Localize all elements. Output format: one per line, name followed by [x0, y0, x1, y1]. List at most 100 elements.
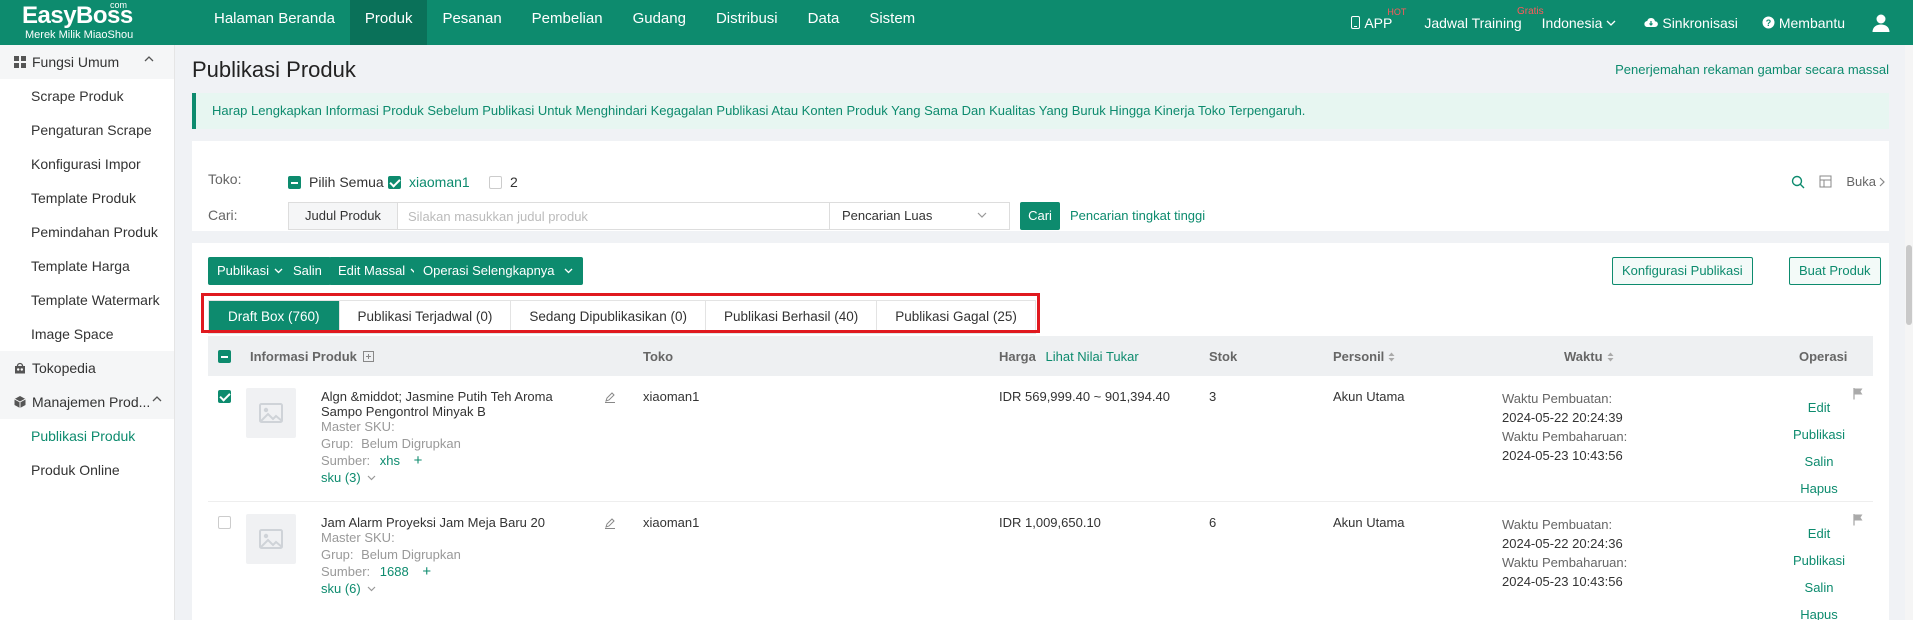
store-checkbox-xiaoman1[interactable]: xiaoman1	[388, 174, 470, 190]
header-operations: Operasi	[1799, 349, 1848, 364]
sidebar-item-price-template[interactable]: Template Harga	[0, 249, 174, 283]
add-source-icon[interactable]: +	[422, 563, 431, 580]
copy-link[interactable]: Salin	[1789, 574, 1849, 601]
select-all-checkbox[interactable]: Pilih Semua	[288, 174, 384, 190]
nav-orders[interactable]: Pesanan	[427, 0, 516, 45]
sidebar-item-import-config[interactable]: Konfigurasi Impor	[0, 147, 174, 181]
search-input[interactable]	[398, 202, 830, 230]
tab-publishing[interactable]: Sedang Dipublikasikan (0)	[511, 301, 706, 333]
tab-draft-box[interactable]: Draft Box (760)	[209, 301, 340, 333]
sku-count: sku (3)	[321, 470, 361, 485]
search-field-select[interactable]: Judul Produk	[288, 202, 398, 230]
edit-link[interactable]: Edit	[1789, 394, 1849, 421]
nav-warehouse[interactable]: Gudang	[618, 0, 701, 45]
sidebar-item-watermark-template[interactable]: Template Watermark	[0, 283, 174, 317]
copy-link[interactable]: Salin	[1789, 448, 1849, 475]
sidebar-group-common[interactable]: Fungsi Umum	[0, 45, 174, 79]
flag-icon[interactable]	[1853, 387, 1864, 400]
publish-dropdown-button[interactable]: Publikasi	[208, 257, 293, 285]
tab-scheduled[interactable]: Publikasi Terjadwal (0)	[340, 301, 512, 333]
edit-link[interactable]: Edit	[1789, 520, 1849, 547]
layout-icon[interactable]	[1819, 175, 1832, 188]
sidebar-group-product-management[interactable]: Manajemen Prod...	[0, 385, 174, 419]
header-time[interactable]: Waktu	[1564, 349, 1614, 364]
sidebar-item-product-transfer[interactable]: Pemindahan Produk	[0, 215, 174, 249]
nav-home[interactable]: Halaman Beranda	[199, 0, 350, 45]
training-link[interactable]: Jadwal Training Gratis	[1424, 6, 1543, 31]
product-thumbnail[interactable]	[246, 514, 296, 564]
bulk-image-translate-link[interactable]: Penerjemahan rekaman gambar secara massa…	[1615, 62, 1889, 77]
nav-purchases[interactable]: Pembelian	[517, 0, 618, 45]
source-link[interactable]: 1688	[380, 564, 409, 579]
product-thumbnail[interactable]	[246, 388, 296, 438]
nav-distribution[interactable]: Distribusi	[701, 0, 793, 45]
select-all-rows-checkbox[interactable]	[218, 350, 231, 363]
user-avatar-icon[interactable]	[1871, 13, 1891, 33]
more-operations-label: Operasi Selengkapnya	[423, 263, 555, 278]
search-button[interactable]: Cari	[1020, 202, 1060, 230]
chevron-down-icon	[274, 268, 283, 274]
publish-label: Publikasi	[217, 263, 270, 278]
sku-toggle[interactable]: sku (6)	[321, 581, 376, 597]
sort-icon	[1388, 352, 1395, 361]
advanced-search-link[interactable]: Pencarian tingkat tinggi	[1070, 202, 1205, 230]
product-list-panel: Publikasi Salin Edit Massal Operasi Sele…	[192, 243, 1889, 620]
publish-config-button[interactable]: Konfigurasi Publikasi	[1612, 257, 1753, 285]
store-checkbox-2[interactable]: 2	[489, 174, 518, 190]
product-group: Grup: Belum Digrupkan	[321, 436, 461, 452]
delete-link[interactable]: Hapus	[1789, 475, 1849, 502]
group-label: Grup:	[321, 436, 354, 451]
copy-button[interactable]: Salin	[284, 257, 331, 285]
search-scope-select[interactable]: Pencarian Luas	[830, 202, 1010, 230]
checkbox-unchecked	[489, 175, 502, 189]
edit-pencil-icon[interactable]	[604, 391, 616, 403]
sidebar-item-online-product[interactable]: Produk Online	[0, 453, 174, 487]
add-source-icon[interactable]: +	[414, 452, 423, 469]
flag-icon[interactable]	[1853, 513, 1864, 526]
more-operations-dropdown-button[interactable]: Operasi Selengkapnya	[414, 257, 583, 285]
language-select[interactable]: Indonesia	[1542, 15, 1617, 31]
expand-toggle[interactable]: Buka	[1846, 174, 1885, 189]
chevron-down-icon	[1606, 20, 1616, 26]
sidebar-item-product-template[interactable]: Template Produk	[0, 181, 174, 215]
search-icon[interactable]	[1791, 175, 1805, 189]
header-person[interactable]: Personil	[1333, 349, 1395, 364]
tab-failed[interactable]: Publikasi Gagal (25)	[877, 301, 1035, 333]
page-scrollbar[interactable]	[1905, 45, 1913, 620]
nav-data[interactable]: Data	[793, 0, 855, 45]
create-product-button[interactable]: Buat Produk	[1789, 257, 1881, 285]
publish-link[interactable]: Publikasi	[1789, 547, 1849, 574]
row-checkbox-checked[interactable]	[218, 390, 231, 403]
hot-badge: HOT	[1387, 6, 1407, 17]
sync-button[interactable]: Sinkronisasi	[1644, 15, 1738, 31]
expand-square-icon[interactable]	[362, 351, 374, 362]
phone-icon	[1351, 16, 1361, 29]
scrollbar-thumb[interactable]	[1906, 245, 1912, 325]
table-header: Informasi Produk Toko Harga Lihat Nilai …	[208, 336, 1873, 376]
sidebar-item-scrape-settings[interactable]: Pengaturan Scrape	[0, 113, 174, 147]
sidebar-group-tokopedia[interactable]: Tokopedia	[0, 351, 174, 385]
nav-system[interactable]: Sistem	[854, 0, 930, 45]
app-label: APP	[1364, 14, 1393, 31]
edit-pencil-icon[interactable]	[604, 517, 616, 529]
app-link[interactable]: APP HOT	[1351, 7, 1406, 31]
source-link[interactable]: xhs	[380, 453, 400, 468]
header-time-label: Waktu	[1564, 349, 1603, 364]
sidebar-item-scrape-product[interactable]: Scrape Produk	[0, 79, 174, 113]
logo[interactable]: EasyBoss com Merek Milik MiaoShou	[0, 0, 175, 45]
product-name[interactable]: Jam Alarm Proyeksi Jam Meja Baru 20	[321, 515, 553, 530]
sidebar-item-image-space[interactable]: Image Space	[0, 317, 174, 351]
row-store: xiaoman1	[643, 515, 700, 530]
help-button[interactable]: ? Membantu	[1762, 15, 1845, 31]
sidebar-item-product-publish[interactable]: Publikasi Produk	[0, 419, 174, 453]
delete-link[interactable]: Hapus	[1789, 601, 1849, 620]
tab-published[interactable]: Publikasi Berhasil (40)	[706, 301, 878, 333]
row-checkbox-unchecked[interactable]	[218, 516, 231, 529]
source-label: Sumber:	[321, 453, 371, 468]
product-name[interactable]: Algn &middot; Jasmine Putih Teh Aroma Sa…	[321, 389, 553, 419]
page-title: Publikasi Produk	[192, 57, 356, 82]
exchange-rate-link[interactable]: Lihat Nilai Tukar	[1045, 349, 1138, 364]
nav-products[interactable]: Produk	[349, 0, 428, 45]
sku-toggle[interactable]: sku (3)	[321, 470, 376, 486]
publish-link[interactable]: Publikasi	[1789, 421, 1849, 448]
